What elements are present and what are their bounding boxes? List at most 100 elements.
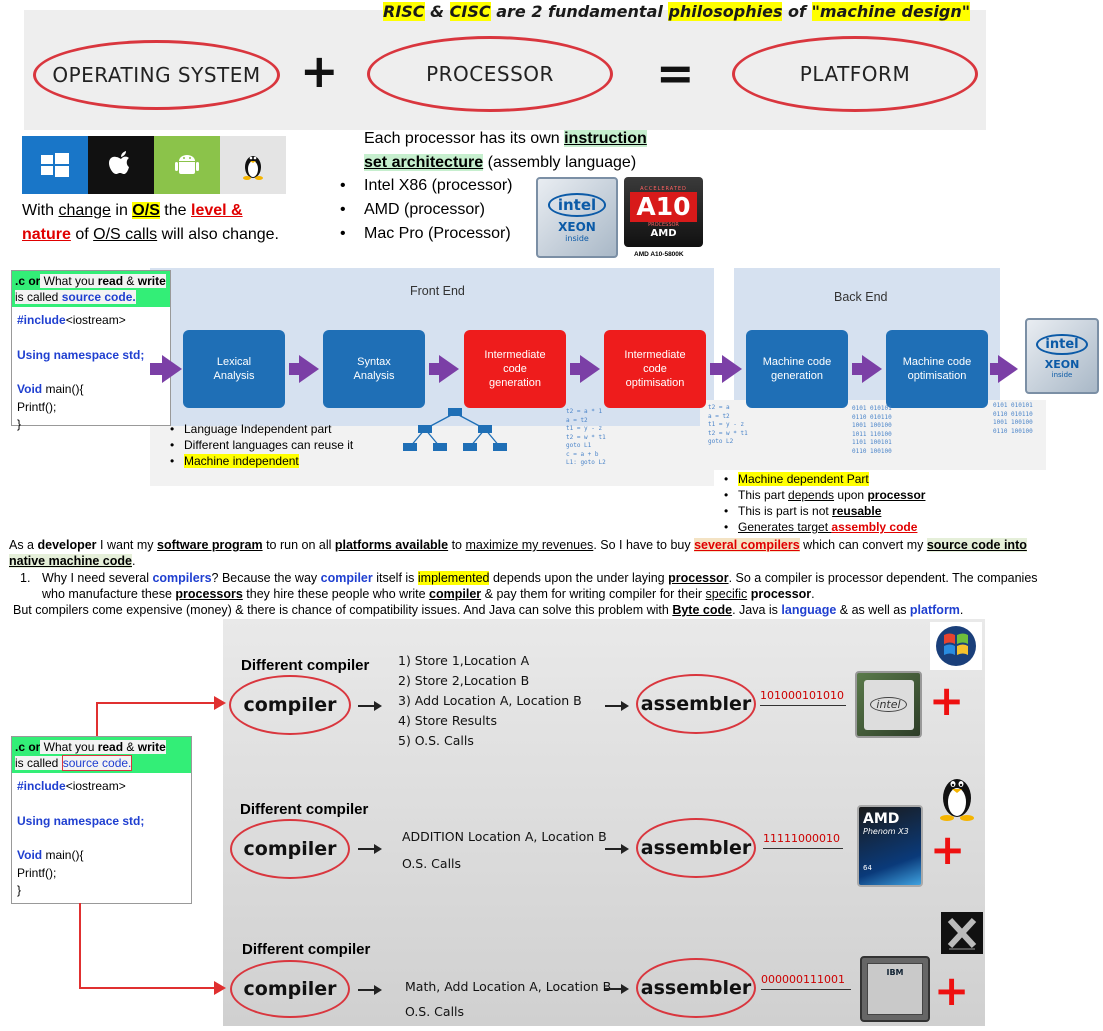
code2-main: main(){ [42,848,84,862]
code2-line-main: Void main(){ [17,847,186,865]
item1-specific: specific [705,587,748,601]
compiler3-ellipse: compiler [230,960,350,1018]
code-line-main: Void main(){ [17,381,165,399]
code-head-c-or: .c or [15,274,41,288]
os-note-os: O/S [132,202,160,219]
xeon2-label: XEON [1044,357,1080,371]
code2-line-namespace: Using namespace std; [17,813,145,828]
compiler3-arrow2 [605,985,629,993]
isa-instruction: instruction [564,130,647,147]
code-head-write: write [137,274,166,288]
pipe-arrow-6-bar [990,363,998,375]
p2-byte-code: Byte code [672,603,733,617]
pipe-arrow-0-bar [150,363,162,375]
p2-language: language [781,603,837,617]
p1-native-machine-code: native machine code [9,554,132,568]
headline-cisc: CISC [449,2,491,21]
compiler2-step-2: O.S. Calls [402,856,462,871]
back-end-bullets: Machine dependent Part This part depends… [724,471,925,535]
headline-amp: & [430,2,445,21]
compiler3-steps: Math, Add Location A, Location B O.S. Ca… [405,974,611,1024]
ir-code-1: t2 = a * 1 a = t2 t1 = y - z t2 = w * t1… [566,408,606,466]
code-include-lib: <iostream> [65,313,126,327]
item1-compiler2: compiler [429,587,482,601]
code2-head-called: is called [15,756,62,770]
amd-caption: AMD A10-5800K [634,251,684,258]
item1-i: . So a compiler is processor dependent. … [728,571,1038,585]
intel-i7-chip-image: intel [855,671,922,738]
pipe-arrow-3 [580,355,600,383]
p1-several-compilers: several compilers [694,538,800,552]
plus-red-2: + [930,825,966,874]
code-head-called: is called [15,290,62,304]
p1-e: to run on all [262,538,335,552]
stage-ic-opt: Intermediate code optimisation [604,330,706,408]
xeon2-inside-label: inside [1051,370,1073,379]
connector-down [79,903,81,988]
back-bullet-3: This is part is not reusable [724,503,925,519]
item1-n: & pay them for writing compiler for thei… [481,587,706,601]
front-bullet-2-text: Different languages can reuse it [184,438,354,452]
compiler2-title: Different compiler [240,801,369,818]
pipe-arrow-2 [439,355,459,383]
plus-red-1: + [929,676,965,725]
os-note-t8: of [70,226,94,243]
front-end-bullets: Language Independent part Different lang… [170,421,353,469]
back-bullet-4b: assembly code [831,520,918,534]
code2-head-amp: & [123,740,138,754]
xeon-intel-label: intel [547,192,607,217]
item1-e: itself is [372,571,418,585]
headline-machine-design: "machine design" [811,2,971,21]
front-bullet-2: Different languages can reuse it [170,437,353,453]
platform-label: PLATFORM [799,62,911,86]
p1-c: I want my [96,538,157,552]
code-line-include: #include<iostream> [17,312,165,330]
item1-implemented: implemented [417,571,490,585]
linux-tux-icon [940,779,974,821]
source-code-body-2: #include<iostream> Using namespace std; … [12,773,191,905]
p1-maximize: maximize my revenues [465,538,594,552]
assembler2-label: assembler [640,837,752,859]
compiler2-arrow [358,845,382,853]
mac-os-x-icon [941,912,983,954]
headline-risc: RISC [383,2,425,21]
item1-l: they hire these people who write [242,587,430,601]
code-head-amp: & [123,274,138,288]
compiler3-title: Different compiler [242,941,371,958]
source-code-caption: .c or What you read & write is called so… [12,271,170,307]
windows-icon [22,136,88,194]
stage-syntax: Syntax Analysis [323,330,425,408]
xeon-inside-label: inside [565,233,589,243]
isa-list: • Intel X86 (processor) • AMD (processor) … [340,174,513,246]
front-bullet-1-text: Language Independent part [184,422,332,436]
paragraph-java: But compilers come expensive (money) & t… [13,602,1098,618]
stage-ic-gen: Intermediate code generation [464,330,566,408]
item1-processor2: processor [750,587,812,601]
amd-phenom-chip-image: AMD Phenom X3 64 [857,805,923,887]
item1-j: who manufacture these [42,587,176,601]
item1-a: Why I need several [42,571,153,585]
pipe-arrow-1 [299,355,319,383]
code-line-printf: Printf(); [17,399,57,414]
assembler2-ellipse: assembler [636,818,756,878]
isa-item-mac: • Mac Pro (Processor) [340,225,511,242]
code-head-read: read [97,274,124,288]
compiler2-arrow2 [605,845,629,853]
linux-icon [220,136,286,194]
stage-mc-gen-label: Machine code generation [762,356,832,382]
front-bullet-3: Machine independent [170,453,353,469]
isa-set-architecture: set architecture [364,154,484,171]
list-item-compilers: 1. Why I need several compilers? Because … [20,570,1100,602]
code2-head-c-or: .c or [15,740,41,754]
compiler3-step-2: O.S. Calls [405,1004,465,1019]
os-note-nature: nature [22,226,71,243]
back-bullet-4: Generates target assembly code [724,519,925,535]
stage-ic-gen-label: Intermediate code generation [484,349,546,389]
binary1: 101000101010 [760,689,846,706]
back-end-label: Back End [834,290,888,304]
back-bullet-2b: depends [788,488,835,502]
compiler1-title: Different compiler [241,657,370,674]
stage-mc-gen: Machine code generation [746,330,848,408]
code2-include-lib: <iostream> [65,779,126,793]
source-code-box: .c or What you read & write is called so… [11,270,171,431]
